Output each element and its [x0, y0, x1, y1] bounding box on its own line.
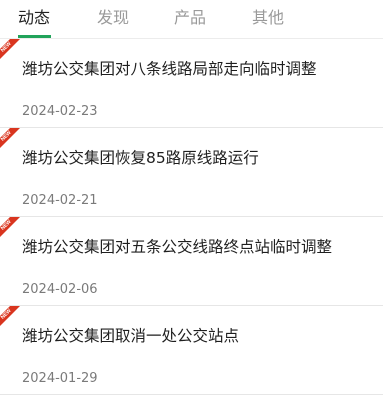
news-item[interactable]: NEW 潍坊公交集团对五条公交线路终点站临时调整 2024-02-06	[0, 217, 383, 306]
news-date: 2024-02-06	[22, 282, 98, 297]
news-title: 潍坊公交集团对五条公交线路终点站临时调整	[22, 238, 333, 256]
tab-other[interactable]: 其他	[252, 7, 284, 29]
news-date: 2024-02-23	[22, 104, 98, 119]
news-date: 2024-01-29	[22, 371, 98, 386]
news-item[interactable]: NEW 潍坊公交集团对八条线路局部走向临时调整 2024-02-23	[0, 39, 383, 128]
news-title: 潍坊公交集团对八条线路局部走向临时调整	[22, 60, 317, 78]
tab-discover[interactable]: 发现	[97, 7, 129, 29]
tab-dynamics[interactable]: 动态	[18, 7, 50, 29]
tab-bar: 动态 发现 产品 其他	[0, 0, 383, 39]
news-title: 潍坊公交集团取消一处公交站点	[22, 327, 240, 345]
tab-products[interactable]: 产品	[174, 7, 206, 29]
news-title: 潍坊公交集团恢复85路原线路运行	[22, 149, 259, 167]
news-item[interactable]: NEW 潍坊公交集团取消一处公交站点 2024-01-29	[0, 306, 383, 395]
news-list: NEW 潍坊公交集团对八条线路局部走向临时调整 2024-02-23 NEW 潍…	[0, 39, 383, 395]
news-date: 2024-02-21	[22, 193, 98, 208]
active-tab-indicator	[18, 35, 51, 38]
news-item[interactable]: NEW 潍坊公交集团恢复85路原线路运行 2024-02-21	[0, 128, 383, 217]
